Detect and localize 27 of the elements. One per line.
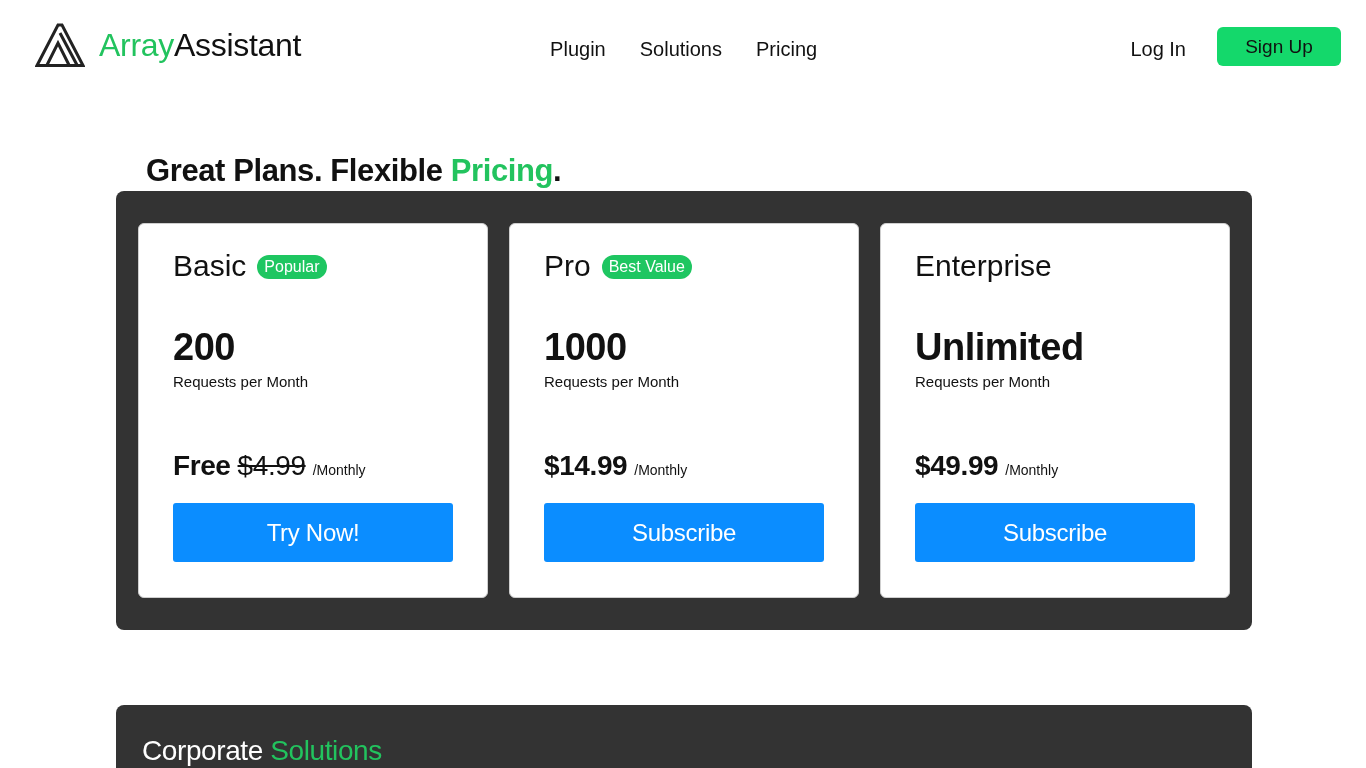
plan-price: $14.99	[544, 449, 628, 483]
logo-triangle-icon	[35, 23, 85, 67]
signup-button[interactable]: Sign Up	[1217, 27, 1341, 66]
nav-link[interactable]: Pricing	[756, 37, 818, 61]
plan-badge: Best Value	[601, 255, 692, 279]
nav-link[interactable]: Plugin	[550, 37, 606, 61]
billing-period: /Monthly	[312, 461, 366, 480]
original-price: $4.99	[237, 449, 306, 483]
quota-label: Requests per Month	[915, 373, 1051, 391]
quota-label: Requests per Month	[173, 373, 309, 391]
nav-link[interactable]: Solutions	[639, 37, 722, 61]
quota-label: Requests per Month	[544, 373, 680, 391]
plan-name: Pro	[544, 248, 591, 284]
plan-price: $49.99	[915, 449, 999, 483]
plan-quota: 200	[173, 325, 235, 369]
brand-name[interactable]: ArrayAssistant	[99, 25, 302, 65]
corporate-heading: Corporate Solutions	[142, 734, 382, 768]
plan-name: Enterprise	[915, 248, 1052, 284]
billing-period: /Monthly	[634, 461, 688, 480]
pricing-heading: Great Plans. Flexible Pricing.	[146, 152, 562, 190]
plan-quota: Unlimited	[915, 325, 1084, 369]
plan-badge: Popular	[257, 255, 327, 279]
login-link[interactable]: Log In	[1130, 37, 1186, 61]
plan-name: Basic	[173, 248, 247, 284]
plan-quota: 1000	[544, 325, 627, 369]
plan-price: Free	[173, 449, 231, 483]
billing-period: /Monthly	[1005, 461, 1059, 480]
